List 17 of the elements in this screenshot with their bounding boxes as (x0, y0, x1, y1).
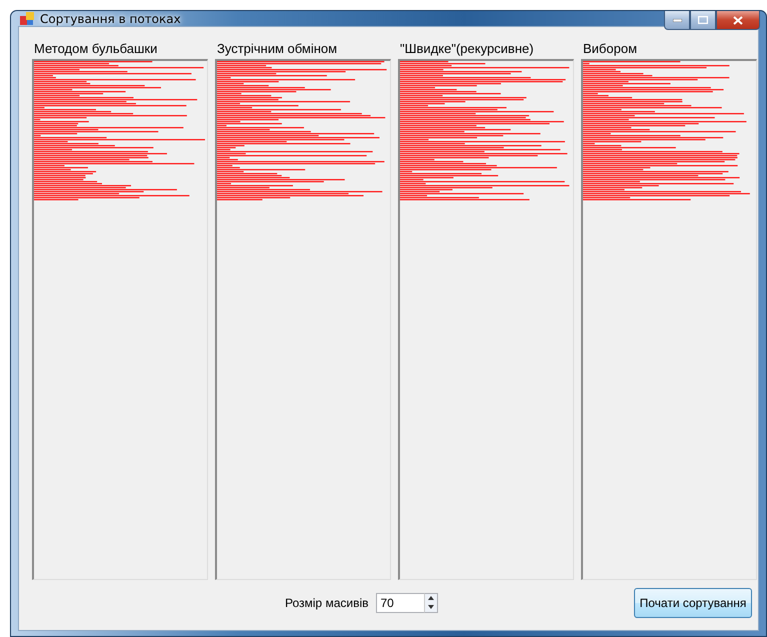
down-arrow-icon[interactable] (428, 605, 434, 609)
minimize-button[interactable] (664, 11, 690, 30)
maximize-icon (698, 16, 708, 24)
app-icon (20, 12, 34, 26)
panel-title: Вибором (582, 41, 638, 58)
panel-title: Зустрічним обміном (216, 41, 338, 58)
maximize-button[interactable] (690, 11, 716, 30)
close-button[interactable] (716, 11, 760, 30)
minimize-icon (672, 18, 682, 22)
array-size-label: Розмір масивів (285, 596, 368, 610)
array-size-field[interactable]: 70 (376, 592, 424, 612)
start-sort-button[interactable]: Почати сортування (634, 588, 752, 618)
close-icon (733, 16, 743, 24)
window-title: Сортування в потоках (40, 12, 181, 26)
up-arrow-icon[interactable] (428, 596, 434, 600)
panel-title: Методом бульбашки (33, 41, 158, 58)
panel-title: "Швидке"(рекурсивне) (399, 41, 535, 58)
